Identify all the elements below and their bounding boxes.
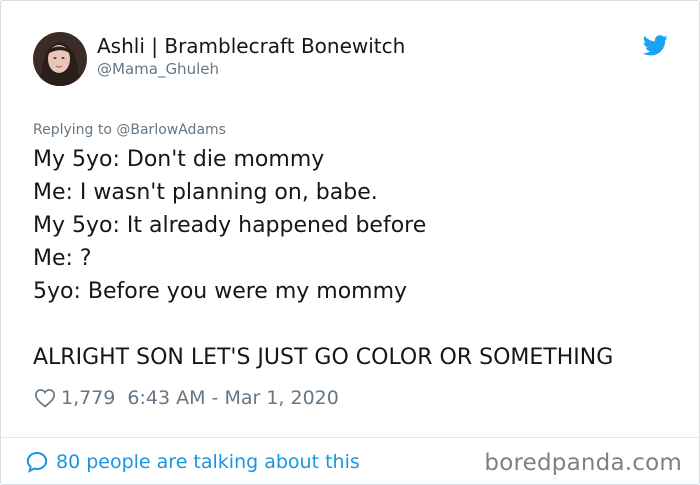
tweet-line: My 5yo: It already happened before (33, 213, 427, 238)
speech-bubble-icon (26, 451, 48, 473)
tweet-line: 5yo: Before you were my mommy (33, 279, 408, 304)
conversation-link[interactable]: 80 people are talking about this (25, 448, 360, 476)
heart-icon[interactable] (34, 387, 56, 409)
conversation-link-label: 80 people are talking about this (56, 451, 360, 473)
divider (1, 437, 699, 438)
tweet-line: ALRIGHT SON LET'S JUST GO COLOR OR SOMET… (33, 345, 614, 370)
tweet-text: My 5yo: Don't die mommy Me: I wasn't pla… (33, 143, 683, 374)
tweet-timestamp[interactable]: 6:43 AM - Mar 1, 2020 (127, 387, 338, 409)
tweet-line: Me: I wasn't planning on, babe. (33, 180, 378, 205)
tweet-meta: 1,779 6:43 AM - Mar 1, 2020 (34, 385, 339, 411)
replying-to[interactable]: Replying to @BarlowAdams (33, 120, 226, 140)
like-count[interactable]: 1,779 (61, 387, 115, 409)
twitter-bird-icon[interactable] (643, 35, 668, 56)
author-handle[interactable]: @Mama_Ghuleh (97, 59, 219, 79)
tweet-line: Me: ? (33, 246, 92, 271)
tweet-line: My 5yo: Don't die mommy (33, 147, 325, 172)
boredpanda-watermark: boredpanda.com (484, 450, 682, 476)
avatar[interactable] (33, 32, 87, 86)
tweet-card: Ashli | Bramblecraft Bonewitch @Mama_Ghu… (0, 0, 700, 485)
author-display-name[interactable]: Ashli | Bramblecraft Bonewitch (97, 33, 405, 59)
avatar-photo-icon (33, 32, 87, 86)
